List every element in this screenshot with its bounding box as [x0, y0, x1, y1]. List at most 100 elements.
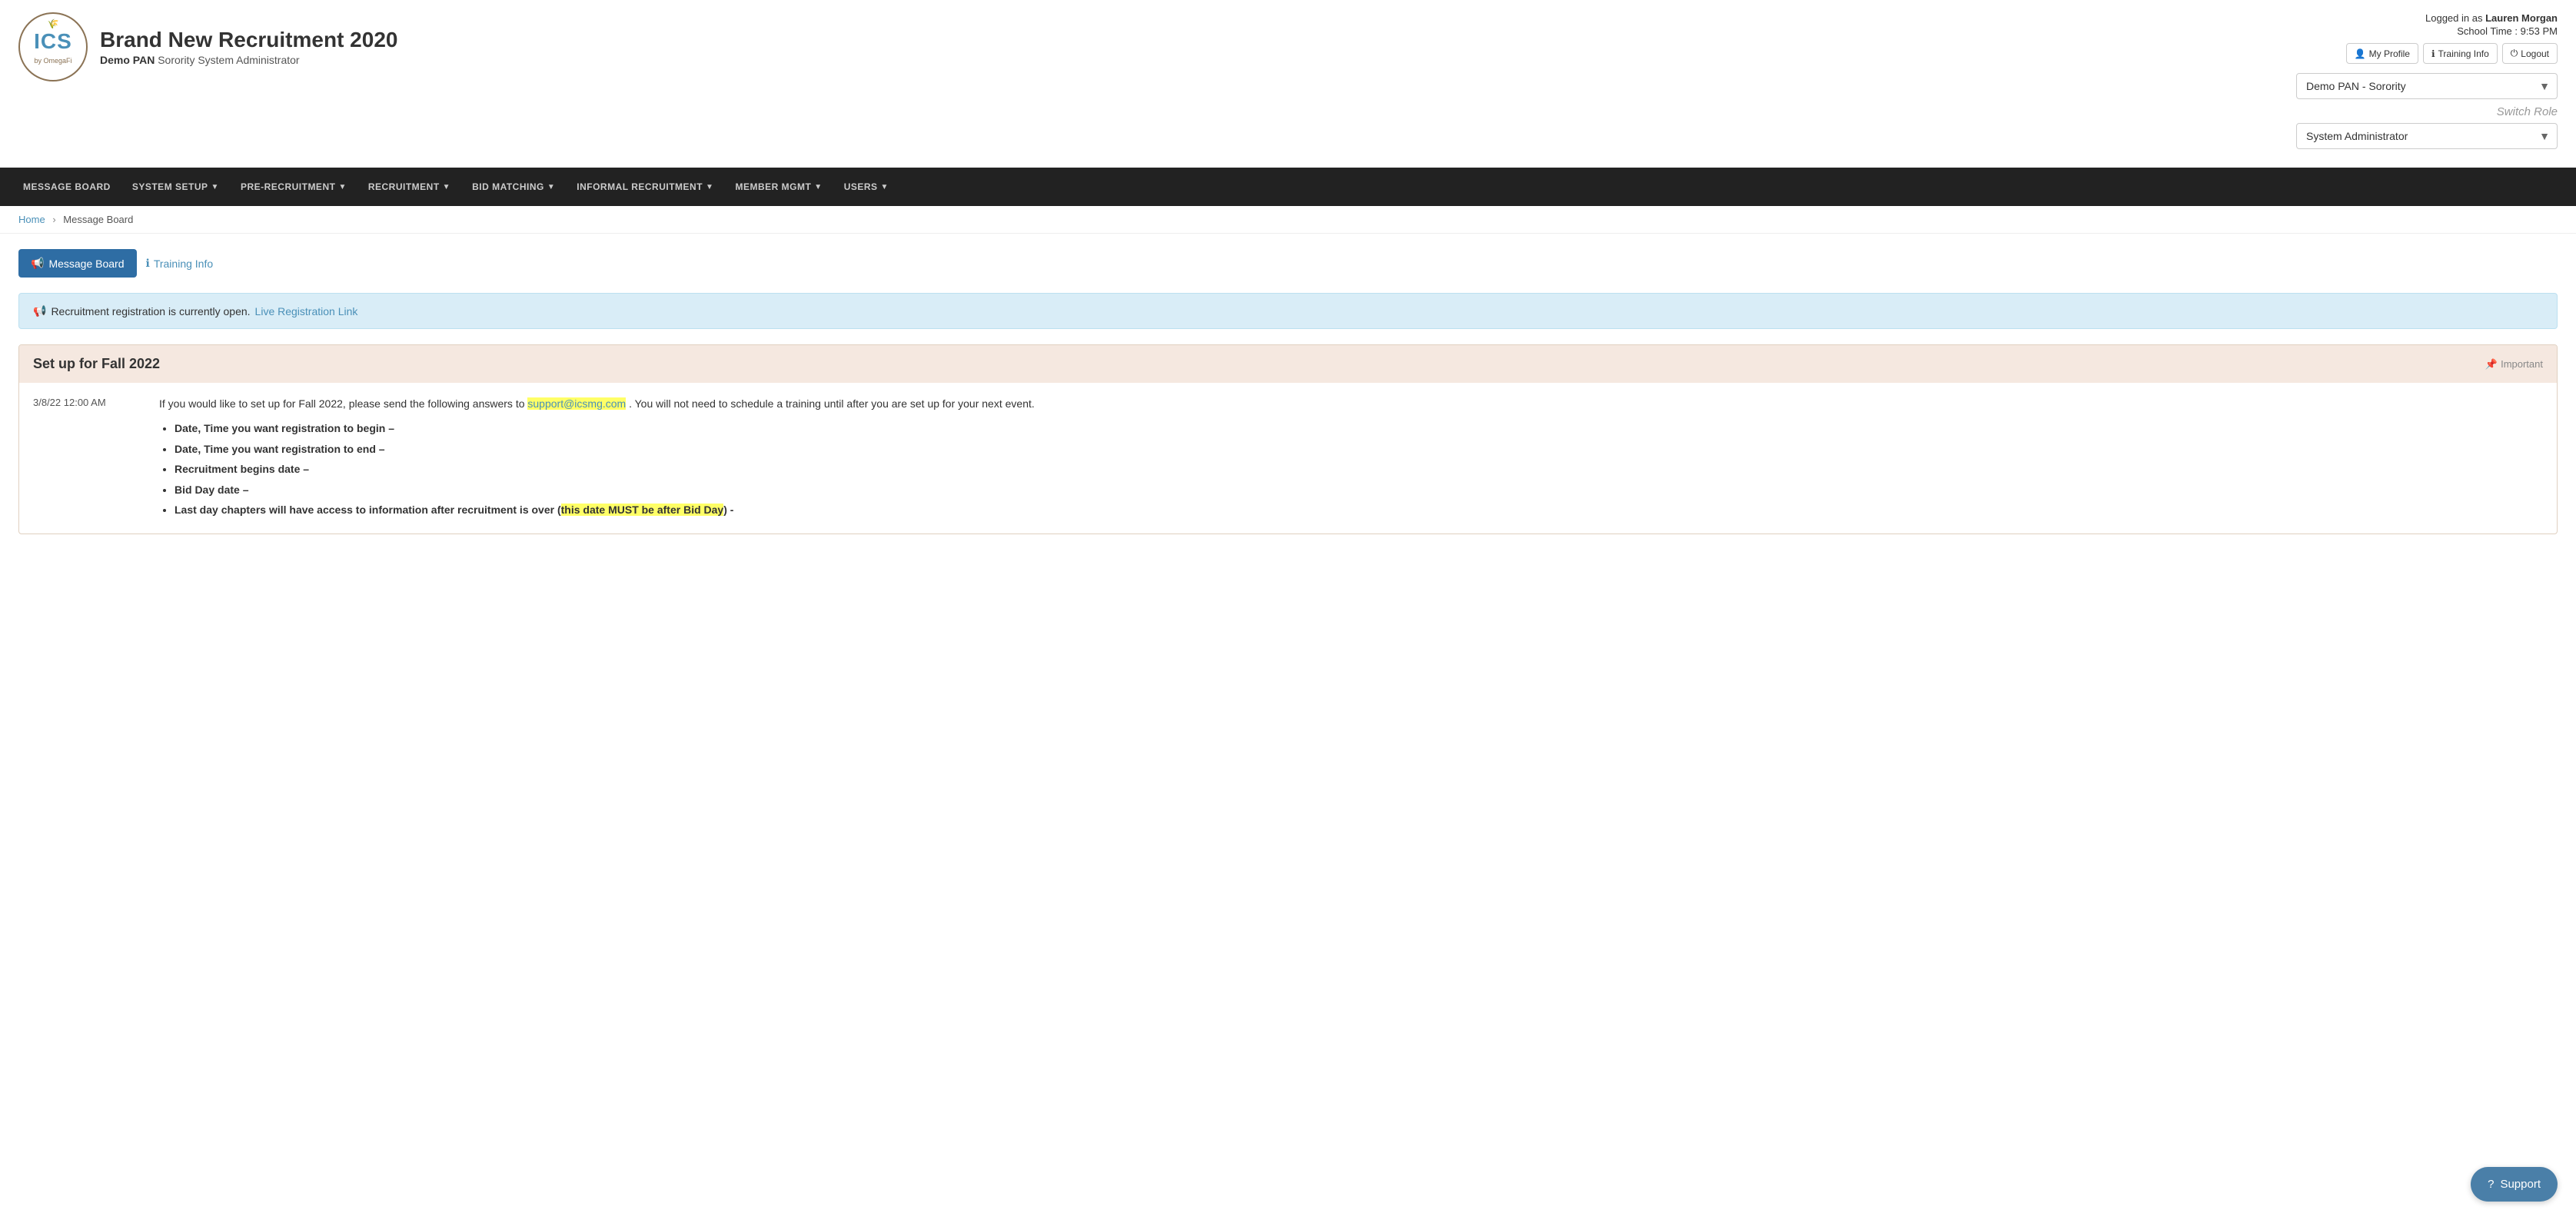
nav-member-mgmt-label: MEMBER MGMT: [735, 181, 811, 192]
nav-member-mgmt[interactable]: MEMBER MGMT ▼: [724, 168, 833, 206]
switch-role-label: Switch Role: [2296, 105, 2558, 118]
nav-informal-recruitment[interactable]: INFORMAL RECRUITMENT ▼: [566, 168, 724, 206]
logged-in-label: Logged in as: [2425, 12, 2482, 24]
header-left: 🌾 ICS by OmegaFi Brand New Recruitment 2…: [18, 12, 397, 81]
nav-users-label: USERS: [844, 181, 878, 192]
header-buttons: 👤 My Profile ℹ Training Info ⏻ Logout: [2296, 43, 2558, 64]
support-question-icon: ?: [2488, 1178, 2494, 1191]
training-info-icon: ℹ: [2431, 48, 2435, 59]
nav-pre-recruitment-label: PRE-RECRUITMENT: [241, 181, 336, 192]
logo-byomegafi: by OmegaFi: [34, 57, 71, 65]
message-content: If you would like to set up for Fall 202…: [159, 395, 2543, 521]
breadcrumb-current: Message Board: [63, 214, 133, 225]
logout-icon: ⏻: [2511, 48, 2518, 59]
nav-message-board[interactable]: MESSAGE BOARD: [12, 168, 121, 206]
recruitment-banner: 📢 Recruitment registration is currently …: [18, 293, 2558, 329]
nav-message-board-label: MESSAGE BOARD: [23, 181, 111, 192]
header-title-block: Brand New Recruitment 2020 Demo PAN Soro…: [100, 28, 397, 66]
pushpin-icon: 📌: [2485, 358, 2498, 371]
message-board-button-label: Message Board: [48, 258, 124, 270]
nav-system-setup[interactable]: SYSTEM SETUP ▼: [121, 168, 230, 206]
page-header: 🌾 ICS by OmegaFi Brand New Recruitment 2…: [0, 0, 2576, 168]
breadcrumb-separator: ›: [52, 214, 55, 225]
message-mid: . You will not need to schedule a traini…: [629, 397, 1035, 410]
message-bullet-list: Date, Time you want registration to begi…: [175, 420, 2543, 518]
support-button[interactable]: ? Support: [2471, 1167, 2558, 1202]
list-item: Date, Time you want registration to end …: [175, 440, 2543, 457]
my-profile-button[interactable]: 👤 My Profile: [2346, 43, 2418, 64]
important-label: Important: [2501, 358, 2543, 370]
org-dropdown-wrapper[interactable]: Demo PAN - Sorority ▼: [2296, 73, 2558, 99]
profile-icon: 👤: [2355, 48, 2366, 59]
bullet-3: Recruitment begins date –: [175, 463, 309, 475]
page-title: Brand New Recruitment 2020: [100, 28, 397, 52]
message-card-important: 📌 Important: [2485, 358, 2543, 371]
bullet-5-pre: Last day chapters will have access to in…: [175, 504, 733, 516]
message-row: 3/8/22 12:00 AM If you would like to set…: [33, 395, 2543, 521]
nav-member-mgmt-arrow-icon: ▼: [814, 183, 822, 191]
logout-label: Logout: [2521, 48, 2549, 59]
nav-informal-recruitment-label: INFORMAL RECRUITMENT: [577, 181, 703, 192]
message-date: 3/8/22 12:00 AM: [33, 397, 141, 521]
role-dropdown-wrapper[interactable]: System Administrator ▼: [2296, 123, 2558, 149]
logo-wheat-icon: 🌾: [48, 18, 59, 29]
logo: 🌾 ICS by OmegaFi: [18, 12, 88, 81]
info-icon: ℹ: [146, 257, 150, 270]
bullet-1: Date, Time you want registration to begi…: [175, 422, 394, 434]
main-navbar: MESSAGE BOARD SYSTEM SETUP ▼ PRE-RECRUIT…: [0, 168, 2576, 206]
nav-pre-recruitment[interactable]: PRE-RECRUITMENT ▼: [230, 168, 357, 206]
main-content: 📢 Message Board ℹ Training Info 📢 Recrui…: [0, 234, 2576, 565]
megaphone-icon: 📢: [31, 257, 44, 270]
breadcrumb: Home › Message Board: [0, 206, 2576, 234]
school-time: School Time : 9:53 PM: [2296, 25, 2558, 37]
action-row: 📢 Message Board ℹ Training Info: [18, 249, 2558, 278]
message-card-header: Set up for Fall 2022 📌 Important: [19, 345, 2557, 383]
nav-pre-recruitment-arrow-icon: ▼: [338, 183, 346, 191]
message-board-button[interactable]: 📢 Message Board: [18, 249, 137, 278]
support-email-link[interactable]: support@icsmg.com: [527, 397, 626, 410]
banner-text: Recruitment registration is currently op…: [51, 305, 250, 317]
live-registration-link[interactable]: Live Registration Link: [255, 305, 358, 317]
list-item: Last day chapters will have access to in…: [175, 501, 2543, 518]
message-intro: If you would like to set up for Fall 202…: [159, 397, 525, 410]
list-item: Date, Time you want registration to begi…: [175, 420, 2543, 437]
list-item: Recruitment begins date –: [175, 460, 2543, 477]
list-item: Bid Day date –: [175, 481, 2543, 498]
org-dropdown[interactable]: Demo PAN - Sorority: [2296, 73, 2558, 99]
logout-button[interactable]: ⏻ Logout: [2502, 43, 2558, 64]
nav-recruitment-arrow-icon: ▼: [443, 183, 450, 191]
highlight-text: this date MUST be after Bid Day: [561, 504, 724, 516]
role-dropdown[interactable]: System Administrator: [2296, 123, 2558, 149]
banner-megaphone-icon: 📢: [33, 304, 46, 317]
my-profile-label: My Profile: [2369, 48, 2410, 59]
header-right: Logged in as Lauren Morgan School Time :…: [2296, 12, 2558, 155]
nav-bid-matching-label: BID MATCHING: [472, 181, 544, 192]
message-body-text: If you would like to set up for Fall 202…: [159, 395, 2543, 412]
org-role: Sorority System Administrator: [158, 54, 299, 66]
nav-informal-recruitment-arrow-icon: ▼: [706, 183, 713, 191]
message-card-title: Set up for Fall 2022: [33, 356, 160, 372]
message-card: Set up for Fall 2022 📌 Important 3/8/22 …: [18, 344, 2558, 534]
bullet-4: Bid Day date –: [175, 484, 248, 496]
support-label: Support: [2500, 1178, 2541, 1191]
logo-ics-text: ICS: [34, 29, 72, 54]
breadcrumb-home[interactable]: Home: [18, 214, 45, 225]
training-info-action-label: Training Info: [154, 258, 213, 270]
org-name: Demo PAN: [100, 54, 155, 66]
training-info-button[interactable]: ℹ Training Info: [2423, 43, 2498, 64]
nav-recruitment-label: RECRUITMENT: [368, 181, 440, 192]
nav-system-setup-label: SYSTEM SETUP: [132, 181, 208, 192]
nav-users-arrow-icon: ▼: [881, 183, 889, 191]
nav-recruitment[interactable]: RECRUITMENT ▼: [357, 168, 461, 206]
bullet-2: Date, Time you want registration to end …: [175, 443, 385, 455]
logged-in-user: Lauren Morgan: [2485, 12, 2558, 24]
nav-system-setup-arrow-icon: ▼: [211, 183, 219, 191]
page-subtitle: Demo PAN Sorority System Administrator: [100, 54, 397, 66]
training-info-action-button[interactable]: ℹ Training Info: [146, 257, 214, 270]
message-card-body: 3/8/22 12:00 AM If you would like to set…: [19, 383, 2557, 534]
nav-bid-matching[interactable]: BID MATCHING ▼: [461, 168, 566, 206]
logged-in-info: Logged in as Lauren Morgan: [2296, 12, 2558, 24]
nav-bid-matching-arrow-icon: ▼: [547, 183, 555, 191]
training-info-label: Training Info: [2438, 48, 2489, 59]
nav-users[interactable]: USERS ▼: [833, 168, 899, 206]
